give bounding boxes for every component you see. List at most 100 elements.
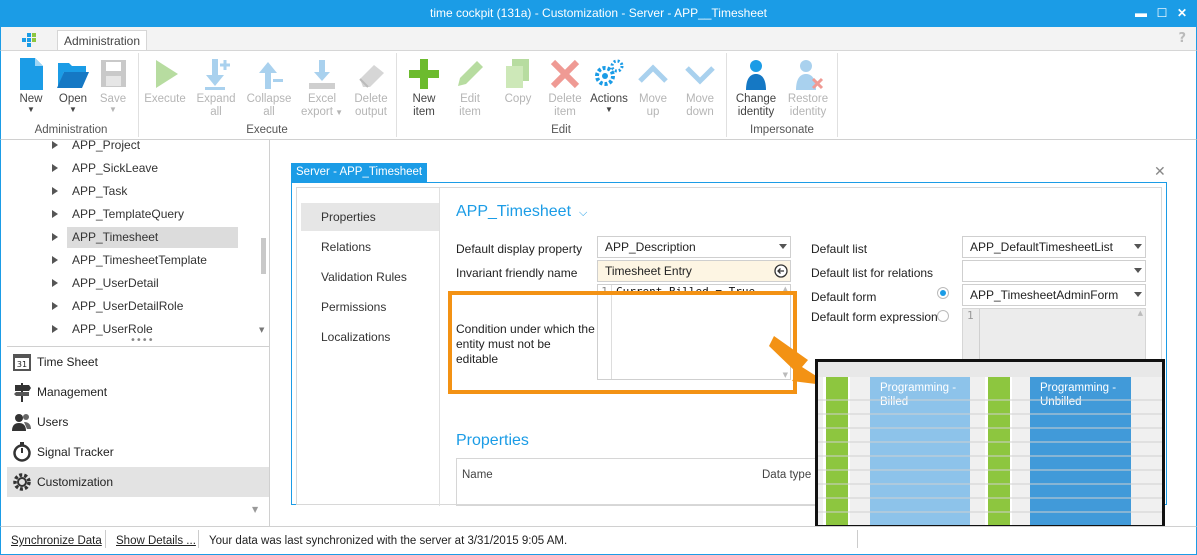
expand-triangle-icon[interactable] xyxy=(52,233,58,241)
side-item-validation-rules[interactable]: Validation Rules xyxy=(301,263,439,291)
maximize-icon[interactable]: ☐ xyxy=(1155,6,1169,20)
open-button[interactable]: Open ▼ xyxy=(53,57,93,114)
tree-item[interactable]: APP_SickLeave xyxy=(52,158,239,179)
group-separator xyxy=(837,53,838,137)
expand-triangle-icon[interactable] xyxy=(52,210,58,218)
app-menu-button[interactable] xyxy=(7,29,53,51)
group-label-edit: Edit xyxy=(551,124,571,136)
dropdown-arrow-icon xyxy=(1134,268,1142,273)
tree-item-selected[interactable]: APP_Timesheet xyxy=(52,227,239,248)
collapse-all-button[interactable]: Collapse all xyxy=(245,57,293,119)
nav-overflow-chevron-icon[interactable]: ▼ xyxy=(252,505,258,514)
ribbon-tab-strip: Administration ? xyxy=(0,27,1197,51)
dropdown-arrow-icon xyxy=(1134,292,1142,297)
edit-item-button[interactable]: Edit item xyxy=(449,57,491,119)
minimize-icon[interactable]: ▬ xyxy=(1134,6,1148,20)
grid-header-data-type[interactable]: Data type xyxy=(762,469,811,481)
close-document-icon[interactable]: ✕ xyxy=(1154,164,1166,180)
nav-item-users[interactable]: Users xyxy=(7,407,269,437)
document-tab[interactable]: Server - APP_Timesheet xyxy=(291,163,428,182)
tree-item[interactable]: APP_UserDetail xyxy=(52,273,239,294)
translate-arrow-icon xyxy=(774,264,788,278)
scroll-up-arrow-icon[interactable]: ▲ xyxy=(1138,309,1143,317)
tree-item[interactable]: APP_TemplateQuery xyxy=(52,204,239,225)
condition-highlight-frame xyxy=(448,291,797,394)
invariant-friendly-name-input[interactable]: Timesheet Entry xyxy=(597,260,791,282)
expand-triangle-icon[interactable] xyxy=(52,164,58,172)
expand-triangle-icon[interactable] xyxy=(52,256,58,264)
nav-item-management[interactable]: Management xyxy=(7,377,269,407)
save-disk-icon xyxy=(101,60,126,87)
delete-output-button[interactable]: Delete output xyxy=(349,57,393,119)
dropdown-arrow-icon xyxy=(779,244,787,249)
new-item-button[interactable]: New item xyxy=(403,57,445,119)
pane-splitter[interactable]: •••• xyxy=(7,336,269,347)
new-button[interactable]: New ▼ xyxy=(13,57,49,114)
gears-icon xyxy=(595,59,624,86)
user-remove-icon xyxy=(796,60,824,90)
expand-down-icon xyxy=(205,59,230,90)
tree-item[interactable]: APP_TimesheetTemplate xyxy=(52,250,239,271)
new-document-icon xyxy=(20,58,43,90)
default-form-expression-label: Default form expression xyxy=(811,310,938,324)
window-title: time cockpit (131a) - Customization - Se… xyxy=(429,6,767,20)
delete-item-button[interactable]: Delete item xyxy=(543,57,587,119)
show-details-link[interactable]: Show Details ... xyxy=(116,529,196,553)
expand-triangle-icon[interactable] xyxy=(52,187,58,195)
tab-administration[interactable]: Administration xyxy=(57,30,148,51)
execute-button[interactable]: Execute xyxy=(143,57,187,106)
scroll-thumb[interactable] xyxy=(261,238,266,274)
chevron-up-icon xyxy=(638,64,668,83)
excel-export-button[interactable]: Excel export ▼ xyxy=(299,57,345,119)
side-item-relations[interactable]: Relations xyxy=(301,233,439,261)
properties-section-title: Properties xyxy=(456,432,529,449)
sync-status-message: Your data was last synchronized with the… xyxy=(209,535,568,547)
expand-triangle-icon[interactable] xyxy=(52,302,58,310)
expand-triangle-icon[interactable] xyxy=(52,279,58,287)
copy-button[interactable]: Copy xyxy=(497,57,539,106)
pencil-icon xyxy=(458,61,483,86)
group-label-impersonate: Impersonate xyxy=(750,124,814,136)
side-item-permissions[interactable]: Permissions xyxy=(301,293,439,321)
move-up-button[interactable]: Move up xyxy=(633,57,673,119)
entity-title[interactable]: APP_Timesheet ⌵ xyxy=(456,203,587,221)
expand-triangle-icon[interactable] xyxy=(52,141,58,149)
default-form-expression-radio[interactable] xyxy=(937,310,949,322)
calendar-icon: 31 xyxy=(13,354,31,371)
side-item-properties[interactable]: Properties xyxy=(301,203,439,231)
tree-item[interactable]: APP_Project xyxy=(52,135,239,156)
status-separator xyxy=(857,530,858,548)
nav-item-signal-tracker[interactable]: Signal Tracker xyxy=(7,437,269,467)
save-button[interactable]: Save ▼ xyxy=(95,57,131,114)
eraser-icon xyxy=(359,65,384,88)
close-icon[interactable]: ✕ xyxy=(1175,6,1189,20)
restore-identity-button[interactable]: Restore identity xyxy=(785,57,831,119)
side-item-localizations[interactable]: Localizations xyxy=(301,323,439,351)
tree-item[interactable]: APP_Task xyxy=(52,181,239,202)
title-bar: time cockpit (131a) - Customization - Se… xyxy=(0,0,1197,27)
nav-item-time-sheet[interactable]: 31 Time Sheet xyxy=(7,347,269,377)
left-pane: APP_Project APP_SickLeave APP_Task APP_T… xyxy=(0,138,288,526)
default-list-select[interactable]: APP_DefaultTimesheetList xyxy=(962,236,1146,258)
default-display-property-select[interactable]: APP_Description xyxy=(597,236,791,258)
chevron-down-icon xyxy=(685,66,715,85)
scroll-down-arrow-icon[interactable]: ▼ xyxy=(259,326,264,334)
default-list-relations-label: Default list for relations xyxy=(811,266,934,280)
expand-triangle-icon[interactable] xyxy=(52,325,58,333)
tree-scrollbar[interactable]: ▼ xyxy=(259,140,268,336)
default-form-radio[interactable] xyxy=(937,287,949,299)
default-form-expression-editor[interactable]: 1 ▲ xyxy=(962,308,1146,362)
move-down-button[interactable]: Move down xyxy=(679,57,721,119)
synchronize-data-link[interactable]: Synchronize Data xyxy=(11,529,102,553)
user-icon xyxy=(746,60,766,90)
tree-item[interactable]: APP_UserDetailRole xyxy=(52,296,239,317)
change-identity-button[interactable]: Change identity xyxy=(733,57,779,119)
default-form-select[interactable]: APP_TimesheetAdminForm xyxy=(962,284,1146,306)
default-list-relations-select[interactable] xyxy=(962,260,1146,282)
splitter-dots-icon[interactable]: •••• xyxy=(130,336,154,346)
expand-all-button[interactable]: Expand all xyxy=(193,57,239,119)
actions-button[interactable]: Actions ▼ xyxy=(587,57,631,114)
help-button[interactable]: ? xyxy=(1178,31,1186,46)
grid-header-name[interactable]: Name xyxy=(462,469,493,481)
nav-item-customization[interactable]: Customization xyxy=(7,467,269,497)
